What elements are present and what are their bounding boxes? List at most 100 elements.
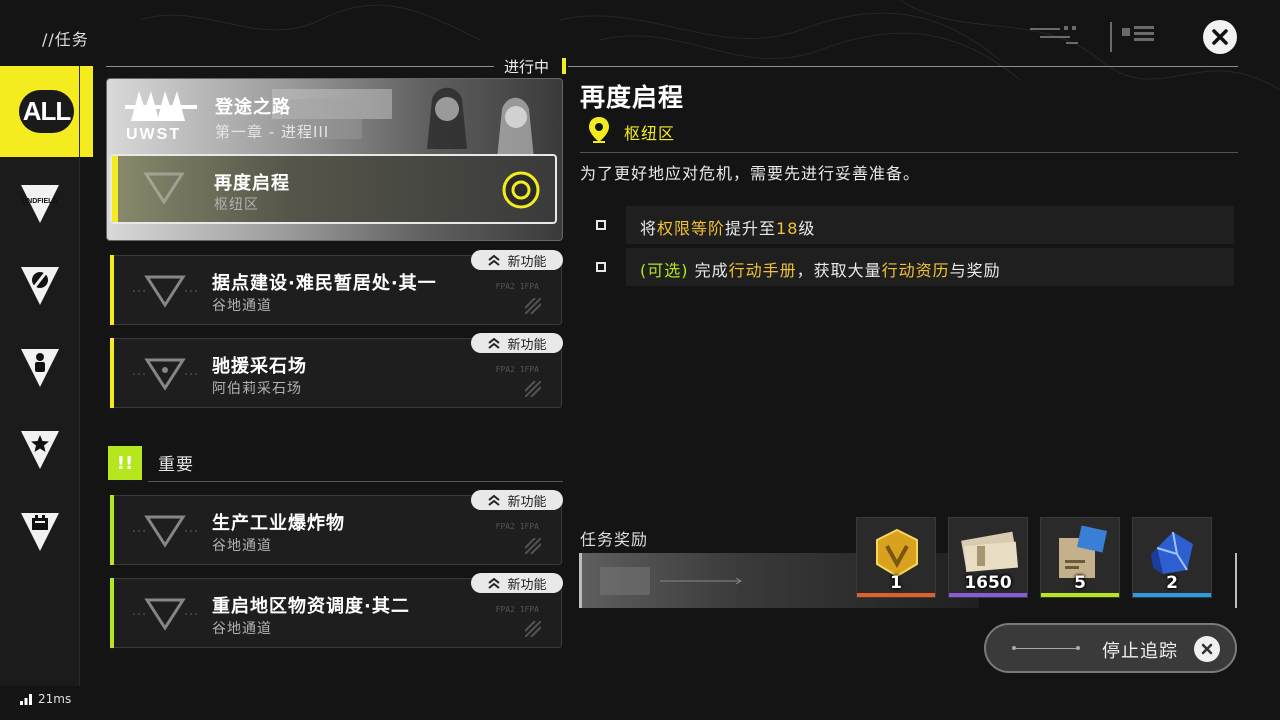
detail-divider xyxy=(580,152,1238,153)
battery-icon xyxy=(21,513,59,551)
objective-text-segment: 将 xyxy=(640,219,658,238)
active-quest-card[interactable]: 再度启程 枢纽区 xyxy=(110,154,557,224)
nav-character[interactable] xyxy=(0,328,80,408)
objective-text-segment: ，获取大量 xyxy=(796,261,882,280)
page-title: //任务 xyxy=(42,30,89,49)
close-button[interactable] xyxy=(1203,20,1237,54)
detail-location: 枢纽区 xyxy=(624,124,676,143)
quest-stripe xyxy=(110,338,114,408)
quest-location: 谷地通道 xyxy=(212,298,272,314)
hatch-decoration xyxy=(525,538,541,554)
reward-count: 2 xyxy=(1166,573,1178,593)
objective-checkbox xyxy=(596,220,606,230)
important-icon: !! xyxy=(108,446,142,480)
reward-item-exp-record[interactable]: 5 xyxy=(1040,517,1120,598)
objective-text: 将权限等阶提升至18级 xyxy=(640,215,815,239)
new-feature-badge-label: 新功能 xyxy=(507,494,547,510)
crate-decoration-icon xyxy=(600,567,742,595)
double-chevron-up-icon xyxy=(488,254,501,266)
rewards-label: 任务奖励 xyxy=(580,530,649,549)
objective-item: 将权限等阶提升至18级 xyxy=(586,206,1234,244)
new-feature-badge: 新功能 xyxy=(471,250,563,270)
quest-stripe xyxy=(110,255,114,325)
active-quest-location: 枢纽区 xyxy=(214,197,259,213)
objective-text-segment: 完成 xyxy=(694,261,729,280)
tracking-target-icon[interactable] xyxy=(501,170,541,210)
quest-title: 生产工业爆炸物 xyxy=(212,513,345,534)
endfield-icon-text: ENDFIELD xyxy=(23,198,58,205)
double-chevron-up-icon xyxy=(488,577,501,589)
endfield-icon: ENDFIELD xyxy=(21,185,59,223)
hatch-decoration xyxy=(525,381,541,397)
nav-exploration[interactable] xyxy=(0,246,80,326)
hud-decoration xyxy=(1030,22,1154,52)
quest-location: 阿伯莉采石场 xyxy=(212,381,302,397)
reward-count: 1 xyxy=(890,573,902,593)
quest-stripe xyxy=(110,495,114,565)
quest-emblem-icon xyxy=(143,172,185,205)
nav-facility[interactable] xyxy=(0,492,80,572)
active-quest-title: 再度启程 xyxy=(214,173,290,194)
double-chevron-up-icon xyxy=(488,494,501,506)
quest-emblem-icon xyxy=(133,598,197,631)
quest-title: 据点建设·难民暂居处·其一 xyxy=(212,273,437,294)
new-feature-badge: 新功能 xyxy=(471,573,563,593)
tracking-label: 进行中 xyxy=(504,58,550,76)
location-pin-icon xyxy=(589,117,609,143)
quest-card[interactable]: 生产工业爆炸物 谷地通道 新功能 FPA2 1FPA xyxy=(110,490,563,565)
objective-text: (可选) 完成行动手册，获取大量行动资历与奖励 xyxy=(640,257,1001,281)
important-section-label: 重要 xyxy=(158,455,194,475)
objective-text-segment: 18 xyxy=(776,219,799,238)
reward-item-blue-crystal[interactable]: 2 xyxy=(1132,517,1212,598)
quest-card[interactable]: 重启地区物资调度·其二 谷地通道 新功能 FPA2 1FPA xyxy=(110,573,563,648)
objective-text-segment: 行动资历 xyxy=(881,261,950,280)
quest-emblem-icon xyxy=(133,275,197,308)
quest-location: 谷地通道 xyxy=(212,538,272,554)
important-section-header: !! 重要 xyxy=(108,442,563,482)
objective-text-segment: (可选) xyxy=(640,261,695,280)
rarity-bar xyxy=(949,593,1027,597)
reward-item-gold-badge[interactable]: 1 xyxy=(856,517,936,598)
card-code: FPA2 1FPA xyxy=(495,522,539,531)
objective-checkbox xyxy=(596,262,606,272)
stop-tracking-label: 停止追踪 xyxy=(1102,641,1178,662)
reward-count: 5 xyxy=(1074,573,1086,593)
network-ping: 21ms xyxy=(20,692,71,706)
quest-emblem-icon xyxy=(133,515,197,548)
button-deco-line xyxy=(1012,646,1080,650)
new-feature-badge: 新功能 xyxy=(471,490,563,510)
quest-title: 重启地区物资调度·其二 xyxy=(212,596,410,617)
stop-tracking-button[interactable]: 停止追踪 xyxy=(984,623,1237,673)
stop-icon xyxy=(1194,636,1220,662)
rarity-bar xyxy=(857,593,935,597)
tracking-divider xyxy=(106,66,494,67)
quest-stripe xyxy=(110,578,114,648)
quest-location: 谷地通道 xyxy=(212,621,272,637)
quest-card[interactable]: 据点建设·难民暂居处·其一 谷地通道 新功能 FPA2 1FPA xyxy=(110,250,563,325)
rarity-bar xyxy=(1133,593,1211,597)
person-icon xyxy=(21,349,59,387)
reward-item-cash-bundle[interactable]: 1650 xyxy=(948,517,1028,598)
card-code: FPA2 1FPA xyxy=(495,365,539,374)
quest-card[interactable]: 驰援采石场 阿伯莉采石场 新功能 FPA2 1FPA xyxy=(110,333,563,408)
new-feature-badge: 新功能 xyxy=(471,333,563,353)
category-sidebar: ALL ENDFIELD xyxy=(0,66,93,686)
objective-text-segment: 行动手册 xyxy=(728,261,797,280)
compass-icon xyxy=(21,267,59,305)
detail-top-divider xyxy=(568,66,1238,67)
chapter-progress: 第一章 - 进程III xyxy=(215,123,330,141)
objective-text-segment: 与奖励 xyxy=(949,261,1001,280)
card-code: FPA2 1FPA xyxy=(495,282,539,291)
nav-favorite[interactable] xyxy=(0,410,80,490)
uwst-logo xyxy=(125,91,197,121)
detail-description: 为了更好地应对危机，需要先进行妥善准备。 xyxy=(580,164,921,183)
rarity-bar xyxy=(1041,593,1119,597)
quest-title: 驰援采石场 xyxy=(212,356,307,377)
nav-all[interactable]: ALL xyxy=(0,66,93,157)
star-icon xyxy=(21,431,59,469)
quest-emblem-icon xyxy=(133,358,197,391)
nav-endfield[interactable]: ENDFIELD xyxy=(0,164,80,244)
ping-value: 21ms xyxy=(38,692,72,706)
hatch-decoration xyxy=(525,621,541,637)
section-divider xyxy=(148,481,563,482)
